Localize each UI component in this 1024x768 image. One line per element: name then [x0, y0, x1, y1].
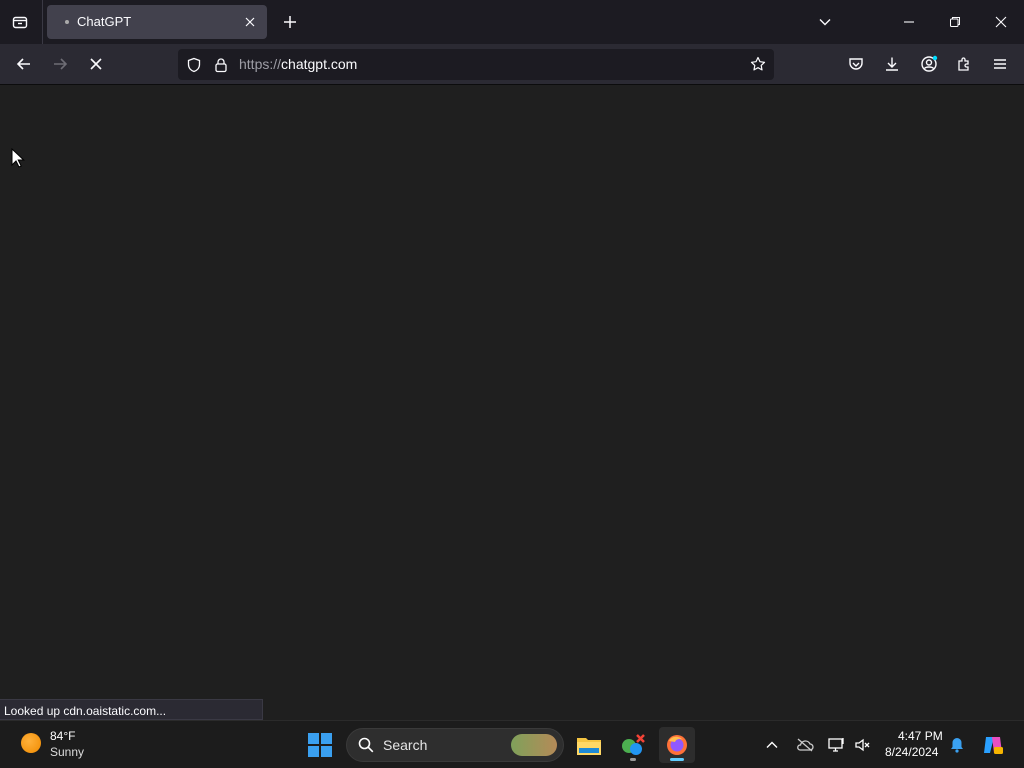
lock-icon [215, 58, 227, 73]
sun-icon [21, 733, 41, 753]
minimize-button[interactable] [894, 8, 924, 36]
tab-chatgpt[interactable]: ChatGPT [47, 5, 267, 39]
star-icon [750, 56, 766, 71]
firefox-icon [667, 735, 687, 755]
clock-time[interactable]: 4:47 PM [898, 729, 943, 743]
cloud-offline-icon [797, 738, 814, 752]
folder-icon [577, 738, 601, 755]
copilot-button[interactable] [980, 732, 1006, 758]
status-panel: Looked up cdn.oaistatic.com... [0, 699, 263, 720]
search-icon [358, 737, 374, 753]
stop-loading-button[interactable] [82, 50, 110, 78]
shield-icon [187, 57, 201, 73]
downloads-button[interactable] [878, 50, 906, 78]
account-button[interactable] [915, 50, 943, 78]
tab-title: ChatGPT [77, 14, 132, 29]
windows-logo-icon [321, 733, 332, 744]
taskbar: 84°F Sunny Search 4:47 PM 8/24/2024 [0, 720, 1024, 768]
navigation-toolbar: https://chatgpt.com [0, 44, 1024, 85]
app-taskbar-button[interactable] [615, 727, 651, 763]
arrow-right-icon [54, 58, 68, 70]
start-button[interactable] [308, 733, 332, 757]
windows-logo-icon [308, 746, 319, 757]
search-label: Search [383, 737, 428, 753]
restore-icon [950, 17, 960, 27]
back-button[interactable] [10, 50, 38, 78]
weather-temperature[interactable]: 84°F [50, 729, 75, 743]
page-content [0, 85, 1024, 720]
close-icon [245, 17, 255, 27]
app-icon [622, 734, 645, 755]
url-host: chatgpt.com [281, 56, 358, 72]
tab-loading-dot [65, 20, 69, 24]
close-window-button[interactable] [986, 8, 1016, 36]
tab-strip: ChatGPT [0, 0, 1024, 44]
pocket-icon [849, 58, 863, 70]
show-hidden-icons-button[interactable] [762, 735, 782, 755]
address-bar[interactable]: https://chatgpt.com [178, 49, 774, 80]
chevron-down-icon [819, 19, 831, 26]
mouse-cursor-icon [11, 148, 25, 168]
volume-tray-button[interactable] [853, 735, 873, 755]
plus-icon [284, 16, 296, 28]
new-tab-button[interactable] [279, 11, 301, 33]
restore-button[interactable] [940, 8, 970, 36]
speaker-muted-icon [855, 738, 870, 752]
file-explorer-taskbar-button[interactable] [571, 727, 607, 763]
download-icon [886, 57, 898, 71]
tab-overflow-button[interactable] [810, 8, 840, 36]
hamburger-menu-icon [994, 59, 1006, 69]
clock-date[interactable]: 8/24/2024 [885, 745, 938, 759]
chevron-up-icon [766, 741, 778, 748]
url-text[interactable]: https://chatgpt.com [239, 56, 357, 72]
stop-icon [90, 58, 102, 70]
windows-logo-icon [308, 733, 319, 744]
tracking-protection-button[interactable] [184, 55, 204, 75]
account-icon [921, 55, 938, 72]
pocket-button[interactable] [842, 50, 870, 78]
forward-button[interactable] [46, 50, 74, 78]
arrow-left-icon [16, 58, 30, 70]
minimize-icon [904, 21, 914, 23]
list-all-tabs-button[interactable] [5, 8, 35, 36]
tab-separator [42, 0, 43, 44]
firefox-taskbar-button[interactable] [659, 727, 695, 763]
tab-list-icon [12, 16, 28, 29]
url-scheme: https:// [239, 56, 282, 72]
site-info-button[interactable] [211, 55, 231, 75]
running-indicator [630, 758, 636, 761]
network-tray-button[interactable] [827, 735, 847, 755]
monitor-network-icon [828, 738, 844, 752]
copilot-icon [984, 737, 1003, 754]
search-highlight-image [511, 734, 557, 756]
weather-condition[interactable]: Sunny [50, 745, 84, 759]
close-icon [995, 16, 1007, 28]
bookmark-star-button[interactable] [748, 54, 768, 74]
windows-logo-icon [321, 746, 332, 757]
taskbar-search[interactable]: Search [346, 728, 564, 762]
active-indicator [670, 758, 684, 761]
puzzle-icon [958, 57, 969, 71]
notifications-button[interactable] [947, 735, 967, 755]
bell-icon [951, 738, 963, 753]
extensions-button[interactable] [950, 50, 978, 78]
tab-close-button[interactable] [241, 13, 259, 31]
onedrive-tray-button[interactable] [795, 735, 815, 755]
app-menu-button[interactable] [986, 50, 1014, 78]
